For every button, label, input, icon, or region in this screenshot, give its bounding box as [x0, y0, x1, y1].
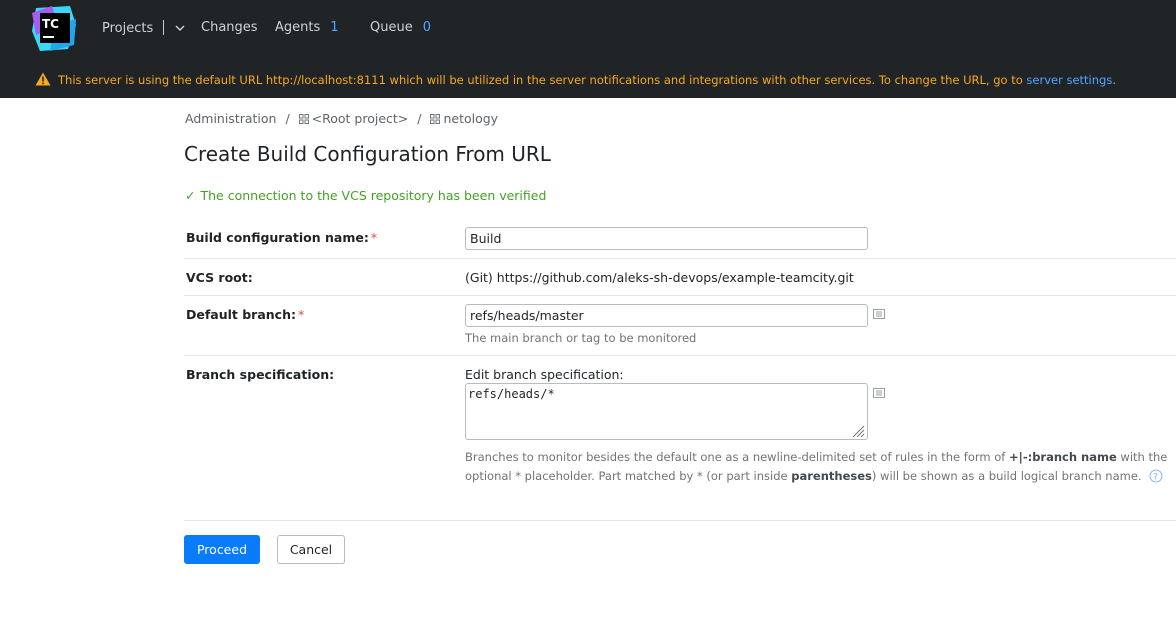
build-name-input[interactable] [465, 227, 868, 250]
nav-projects-label: Projects [102, 21, 154, 36]
default-branch-hint: The main branch or tag to be monitored [465, 331, 697, 345]
resize-handle-icon[interactable] [851, 425, 865, 437]
row-divider [184, 295, 1176, 296]
nav-changes-label: Changes [201, 20, 258, 35]
svg-text:?: ? [1154, 473, 1159, 483]
help-icon[interactable]: ? [1149, 469, 1163, 483]
build-name-label-text: Build configuration name: [186, 230, 369, 245]
default-branch-label-text: Default branch: [186, 307, 296, 322]
list-icon[interactable] [873, 388, 885, 398]
project-icon [430, 114, 441, 124]
help-text: optional * placeholder. Part matched by … [465, 469, 792, 483]
required-mark: * [298, 307, 305, 322]
logo-text: TC [42, 17, 59, 31]
row-divider [184, 520, 1176, 521]
breadcrumb-separator: / [417, 111, 422, 126]
branch-spec-help-line-2: optional * placeholder. Part matched by … [465, 469, 1163, 483]
vcs-root-value: (Git) https://github.com/aleks-sh-devops… [465, 270, 854, 285]
queue-count-badge: 0 [422, 20, 431, 35]
warning-suffix: . [1112, 73, 1116, 87]
nav-agents[interactable]: Agents 1 [275, 20, 339, 35]
project-icon [298, 114, 309, 124]
breadcrumb: Administration / <Root project> / netolo… [185, 111, 498, 126]
help-text: Branches to monitor besides the default … [465, 450, 1009, 464]
cancel-button[interactable]: Cancel [277, 535, 345, 564]
branch-spec-help-line-1: Branches to monitor besides the default … [465, 450, 1167, 464]
breadcrumb-separator: / [285, 111, 290, 126]
required-mark: * [370, 230, 378, 245]
help-text: ) will be shown as a build logical branc… [871, 469, 1142, 483]
help-emphasis: parentheses [791, 469, 872, 483]
success-text: The connection to the VCS repository has… [200, 188, 547, 203]
breadcrumb-root-project[interactable]: <Root project> [312, 111, 409, 126]
page-title: Create Build Configuration From URL [184, 142, 551, 166]
main-navigation: TC Projects Changes Agents 1 Queue 0 [0, 0, 1176, 60]
breadcrumb-administration[interactable]: Administration [185, 111, 276, 126]
success-message: ✓ The connection to the VCS repository ha… [185, 188, 546, 203]
warning-text: This server is using the default URL htt… [58, 73, 1023, 87]
agents-count-badge: 1 [330, 20, 339, 35]
vcs-root-label: VCS root: [186, 270, 253, 285]
build-name-label: Build configuration name: * [186, 230, 377, 245]
nav-projects[interactable]: Projects [102, 20, 185, 36]
help-text: with the [1116, 450, 1168, 464]
default-branch-input[interactable] [465, 304, 868, 327]
top-header: TC Projects Changes Agents 1 Queue 0 This … [0, 0, 1176, 98]
check-icon: ✓ [185, 188, 196, 203]
nav-separator [163, 20, 165, 35]
default-branch-label: Default branch: * [186, 307, 304, 322]
nav-agents-label: Agents [275, 20, 321, 35]
nav-queue-label: Queue [370, 20, 413, 35]
proceed-button[interactable]: Proceed [184, 535, 260, 564]
teamcity-logo-icon[interactable]: TC [30, 5, 78, 53]
warning-message: This server is using the default URL htt… [58, 73, 1116, 87]
nav-changes[interactable]: Changes [201, 20, 258, 35]
nav-queue[interactable]: Queue 0 [370, 20, 431, 35]
breadcrumb-netology[interactable]: netology [443, 111, 498, 126]
list-icon[interactable] [873, 309, 885, 319]
help-emphasis: +|-:branch name [1008, 450, 1117, 464]
row-divider [184, 258, 1176, 259]
server-settings-link[interactable]: server settings [1026, 73, 1112, 87]
edit-branch-spec-label: Edit branch specification: [465, 367, 624, 382]
chevron-down-icon[interactable] [175, 25, 185, 31]
branch-spec-label: Branch specification: [186, 367, 335, 382]
row-divider [184, 355, 1176, 356]
branch-spec-textarea[interactable]: refs/heads/* [465, 383, 868, 440]
warning-icon [35, 72, 51, 86]
